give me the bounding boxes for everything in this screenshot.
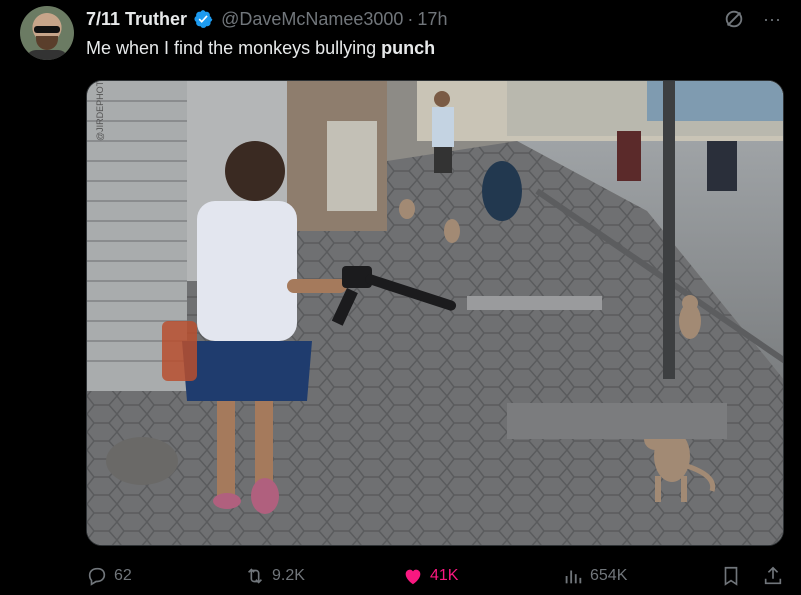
grok-icon[interactable] bbox=[723, 8, 745, 30]
views-button[interactable]: 654K bbox=[562, 565, 627, 587]
repost-count: 9.2K bbox=[272, 567, 305, 584]
verified-badge-icon[interactable] bbox=[193, 9, 213, 29]
more-icon[interactable]: ··· bbox=[761, 8, 783, 30]
tweet-text-bold: punch bbox=[381, 38, 436, 58]
tweet-photo[interactable]: @JIRDEPHOTO bbox=[86, 80, 784, 546]
tweet-header: 7/11 Truther @DaveMcNamee3000 · 17h bbox=[86, 8, 447, 30]
repost-icon bbox=[247, 568, 263, 584]
separator-dot: · bbox=[407, 8, 414, 29]
reply-button[interactable]: 62 bbox=[86, 565, 132, 587]
tweet-time[interactable]: 17h bbox=[417, 9, 447, 30]
like-count: 41K bbox=[430, 567, 459, 584]
reply-count: 62 bbox=[114, 567, 132, 584]
share-icon bbox=[764, 566, 782, 585]
tweet-text: Me when I find the monkeys bullying punc… bbox=[86, 38, 435, 59]
avatar-beard bbox=[36, 36, 58, 50]
reply-icon bbox=[88, 567, 106, 586]
user-handle[interactable]: @DaveMcNamee3000 bbox=[221, 9, 403, 30]
tweet-text-body: Me when I find the monkeys bullying bbox=[86, 38, 382, 58]
bookmark-icon bbox=[724, 566, 738, 586]
avatar-sunglasses bbox=[34, 26, 60, 33]
photo-scene: @JIRDEPHOTO bbox=[87, 81, 783, 545]
heart-icon bbox=[405, 569, 421, 585]
view-count: 654K bbox=[590, 567, 628, 584]
tweet-actions-bar: 62 9.2K 41K 654K bbox=[86, 564, 784, 588]
views-chart-icon bbox=[565, 570, 582, 584]
top-actions: ··· bbox=[723, 8, 783, 30]
display-name[interactable]: 7/11 Truther bbox=[86, 9, 187, 30]
avatar[interactable] bbox=[20, 6, 74, 60]
photo-watermark: @JIRDEPHOTO bbox=[95, 81, 105, 141]
repost-button[interactable]: 9.2K bbox=[244, 565, 305, 587]
bookmark-button[interactable] bbox=[720, 565, 742, 587]
share-button[interactable] bbox=[762, 565, 784, 587]
avatar-shirt bbox=[26, 50, 68, 60]
like-button[interactable]: 41K bbox=[402, 565, 458, 587]
